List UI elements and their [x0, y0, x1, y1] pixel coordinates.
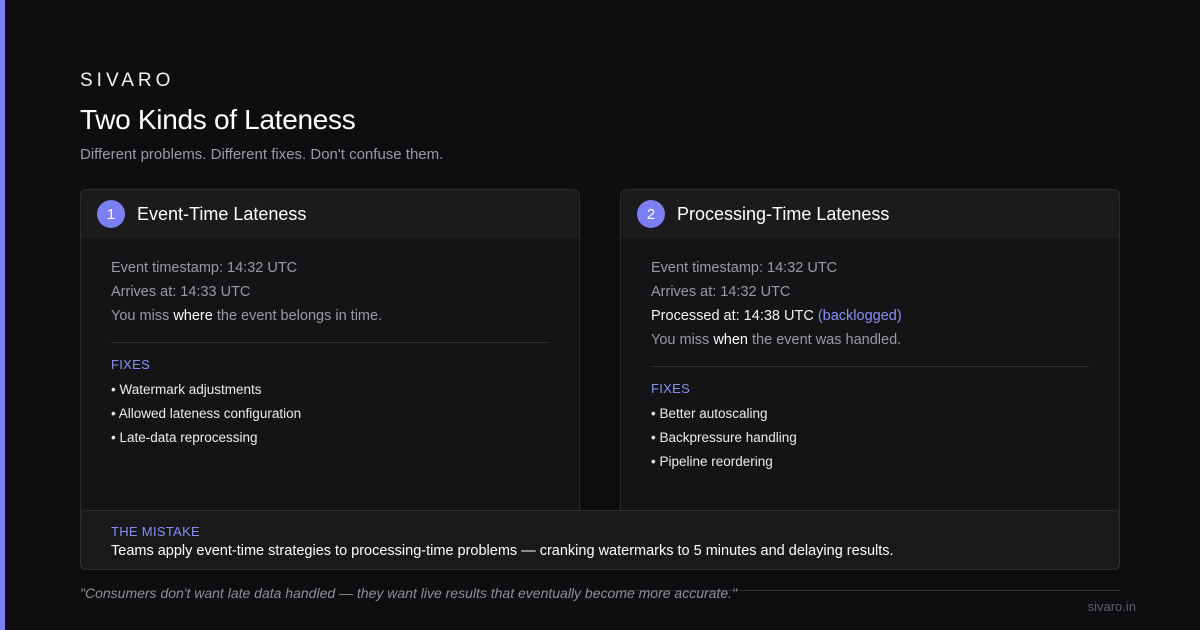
mistake-text: Teams apply event-time strategies to pro… — [111, 543, 894, 559]
fix-item: • Late-data reprocessing — [111, 430, 258, 445]
page: SIVARO Two Kinds of Lateness Different p… — [0, 0, 1200, 630]
event-time-card: 1 Event-Time Lateness Event timestamp: 1… — [80, 189, 580, 519]
fix-item: • Pipeline reordering — [651, 454, 773, 469]
event-timestamp-line: Event timestamp: 14:32 UTC — [111, 260, 298, 276]
miss-suffix: the event was handled. — [748, 332, 902, 348]
brand-logo: SIVARO — [80, 70, 175, 91]
page-subtitle: Different problems. Different fixes. Don… — [80, 146, 444, 163]
event-timestamp-line: Event timestamp: 14:32 UTC — [651, 260, 838, 276]
miss-line: You miss when the event was handled. — [651, 328, 1089, 352]
divider — [651, 366, 1089, 367]
fix-item: • Allowed lateness configuration — [111, 406, 302, 421]
mistake-banner: THE MISTAKE Teams apply event-time strat… — [80, 510, 1120, 570]
miss-suffix: the event belongs in time. — [212, 308, 383, 324]
mistake-label: THE MISTAKE — [111, 524, 201, 539]
miss-line: You miss where the event belongs in time… — [111, 304, 549, 328]
processed-line: Processed at: 14:38 UTC (backlogged) — [651, 304, 1089, 328]
card-body: Event timestamp: 14:32 UTC Arrives at: 1… — [81, 238, 579, 450]
number-badge: 2 — [637, 200, 665, 228]
page-title: Two Kinds of Lateness — [80, 104, 356, 135]
fixes-label: FIXES — [111, 357, 151, 372]
number-badge: 1 — [97, 200, 125, 228]
fix-item: • Backpressure handling — [651, 430, 797, 445]
accent-bar — [0, 0, 5, 630]
miss-keyword: where — [173, 308, 213, 324]
divider — [111, 342, 549, 343]
processing-time-card: 2 Processing-Time Lateness Event timesta… — [620, 189, 1120, 519]
card-header: 1 Event-Time Lateness — [81, 190, 579, 238]
miss-prefix: You miss — [651, 332, 714, 348]
fixes-label: FIXES — [651, 381, 691, 396]
footer-quote: "Consumers don't want late data handled … — [80, 585, 737, 601]
miss-prefix: You miss — [111, 308, 174, 324]
backlogged-tag: (backlogged) — [817, 308, 902, 324]
card-title: Processing-Time Lateness — [677, 203, 890, 224]
arrives-line: Arrives at: 14:32 UTC — [651, 284, 791, 300]
card-body: Event timestamp: 14:32 UTC Arrives at: 1… — [621, 238, 1119, 474]
site-url: sivaro.in — [1087, 599, 1136, 614]
fix-item: • Better autoscaling — [651, 406, 768, 421]
miss-keyword: when — [713, 332, 748, 348]
arrives-line: Arrives at: 14:33 UTC — [111, 284, 251, 300]
fix-item: • Watermark adjustments — [111, 382, 262, 397]
card-title: Event-Time Lateness — [137, 203, 307, 224]
processed-text: Processed at: 14:38 UTC — [651, 308, 814, 324]
card-header: 2 Processing-Time Lateness — [621, 190, 1119, 238]
